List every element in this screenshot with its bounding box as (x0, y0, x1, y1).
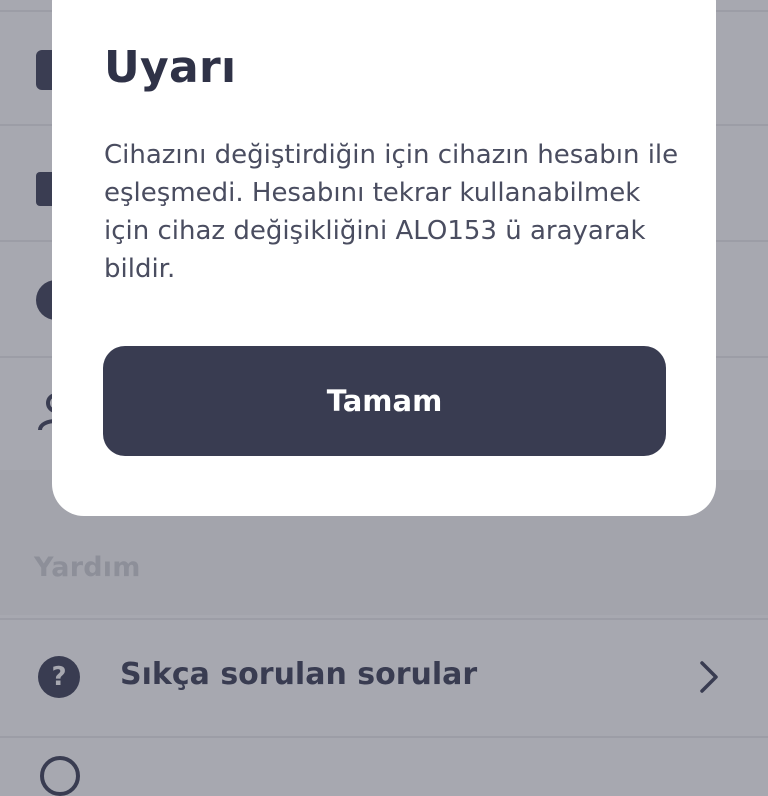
confirm-button[interactable]: Tamam (103, 346, 666, 456)
section-label-help: Yardım (34, 552, 141, 583)
dialog-message: Cihazını değiştirdiğin için cihazın hesa… (104, 140, 679, 284)
chevron-right-icon[interactable] (694, 660, 724, 694)
faq-item-label: Sıkça sorulan sorular (120, 657, 478, 692)
alert-dialog: Uyarı Cihazını değiştirdiğin için cihazı… (52, 0, 716, 516)
question-circle-icon: ? (38, 656, 80, 698)
partial-row-icon (40, 756, 80, 796)
dialog-title: Uyarı (104, 42, 237, 93)
